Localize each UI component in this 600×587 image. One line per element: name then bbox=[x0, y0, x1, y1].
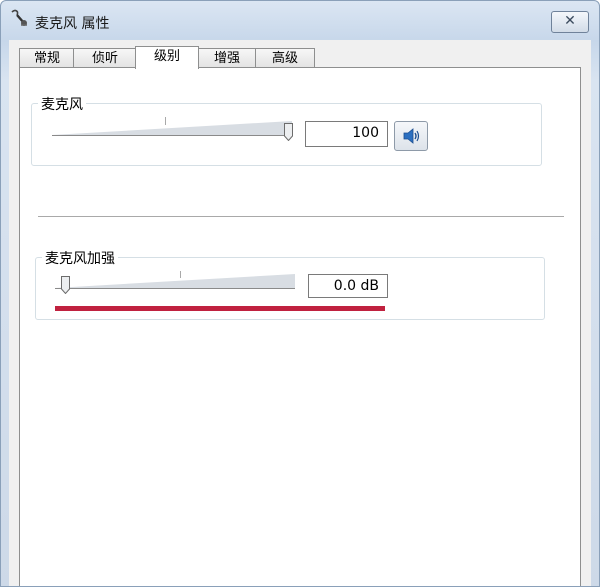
levels-panel: 麦克风 100 麦克风加强 0.0 dB bbox=[19, 67, 581, 586]
title-bar: 麦克风 属性 ✕ bbox=[1, 1, 599, 41]
boost-slider-tick bbox=[180, 271, 181, 278]
tab-listen[interactable]: 侦听 bbox=[73, 48, 137, 68]
mute-toggle-button[interactable] bbox=[394, 121, 428, 151]
microphone-boost-label: 麦克风加强 bbox=[42, 248, 118, 268]
microphone-level-field[interactable]: 100 bbox=[305, 121, 388, 147]
microphone-slider-tick bbox=[165, 117, 166, 125]
section-divider bbox=[38, 216, 564, 217]
boost-ramp bbox=[55, 274, 295, 288]
tab-general[interactable]: 常规 bbox=[19, 48, 75, 68]
microphone-slider-track[interactable] bbox=[52, 135, 292, 136]
speaker-icon bbox=[403, 128, 420, 144]
microphone-icon bbox=[11, 9, 27, 26]
annotation-underline bbox=[55, 306, 385, 311]
boost-level-field[interactable]: 0.0 dB bbox=[308, 274, 388, 298]
microphone-volume-ramp bbox=[52, 121, 292, 135]
tab-levels[interactable]: 级别 bbox=[135, 46, 199, 69]
boost-slider-thumb[interactable] bbox=[61, 276, 70, 294]
microphone-slider-thumb[interactable] bbox=[284, 123, 293, 141]
boost-slider-track[interactable] bbox=[55, 288, 295, 289]
close-icon: ✕ bbox=[564, 13, 576, 29]
window-title: 麦克风 属性 bbox=[35, 16, 110, 32]
tab-advanced[interactable]: 高级 bbox=[255, 48, 315, 68]
dialog-client-area: 常规 侦听 级别 增强 高级 麦克风 100 麦克风加强 0.0 dB bbox=[9, 40, 591, 586]
tab-enhancements[interactable]: 增强 bbox=[197, 48, 257, 68]
microphone-label: 麦克风 bbox=[38, 94, 86, 114]
close-button[interactable]: ✕ bbox=[551, 11, 589, 33]
properties-window: 麦克风 属性 ✕ 常规 侦听 级别 增强 高级 麦克风 100 麦克风加强 0.… bbox=[0, 0, 600, 587]
